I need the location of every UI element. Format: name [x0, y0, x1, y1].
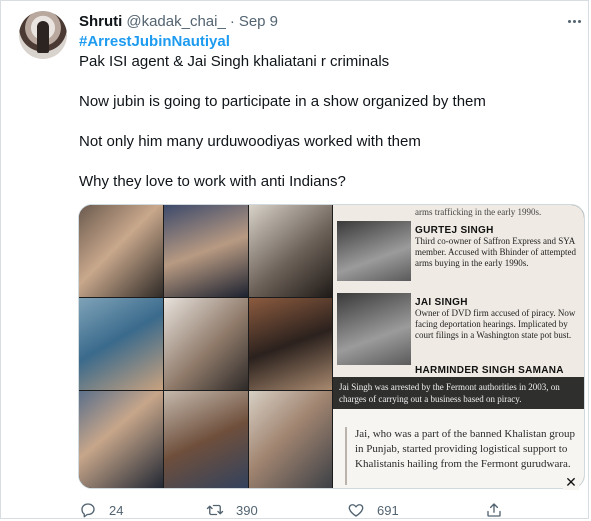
- collage-photo: [249, 205, 332, 297]
- tweet-actions: 24 390 691: [79, 500, 509, 520]
- collage-photo: [79, 391, 163, 488]
- share-icon: [487, 503, 501, 517]
- clipping-top-text: arms trafficking in the early 1990s.: [415, 207, 542, 217]
- like-count: 691: [377, 502, 399, 518]
- clipping-entry: GURTEJ SINGH Third co-owner of Saffron E…: [415, 225, 580, 269]
- close-icon[interactable]: ✕: [563, 474, 579, 490]
- clipping-entry: JAI SINGH Owner of DVD firm accused of p…: [415, 297, 580, 341]
- tweet-date[interactable]: Sep 9: [239, 13, 278, 30]
- like-button[interactable]: 691: [347, 500, 399, 520]
- tweet-line: Not only him many urduwoodiyas worked wi…: [79, 133, 421, 150]
- retweet-count: 390: [236, 502, 258, 518]
- share-button[interactable]: [485, 500, 503, 520]
- clipping-entry: HARMINDER SINGH SAMANA: [415, 365, 580, 376]
- author-name[interactable]: Shruti: [79, 13, 122, 30]
- quote-bar: [345, 427, 347, 485]
- entry-name: HARMINDER SINGH SAMANA: [415, 365, 564, 376]
- collage-photo: [164, 205, 248, 297]
- entry-text: Third co-owner of Saffron Express and SY…: [415, 236, 576, 268]
- tweet-line: [79, 152, 579, 172]
- entry-name: JAI SINGH: [415, 297, 468, 308]
- clipping-photo: [337, 221, 411, 281]
- newspaper-clipping[interactable]: arms trafficking in the early 1990s. GUR…: [333, 205, 584, 488]
- avatar[interactable]: [19, 11, 67, 59]
- reply-icon: [81, 503, 95, 518]
- clipping-caption: Jai Singh was arrested by the Fermont au…: [333, 377, 584, 409]
- tweet-line: Why they love to work with anti Indians?: [79, 173, 346, 190]
- tweet-line: Pak ISI agent & Jai Singh khaliatani r c…: [79, 53, 390, 70]
- more-icon[interactable]: [565, 12, 583, 30]
- collage-photo: [79, 205, 163, 297]
- header-separator: ·: [229, 12, 235, 30]
- author-handle[interactable]: @kadak_chai_: [126, 13, 225, 30]
- collage-photo: [79, 298, 163, 390]
- entry-name: GURTEJ SINGH: [415, 225, 494, 236]
- tweet-line: [79, 112, 579, 132]
- tweet-line: [79, 72, 579, 92]
- clipping-quote: Jai, who was a part of the banned Khalis…: [333, 409, 584, 488]
- retweet-button[interactable]: 390: [206, 500, 258, 520]
- tweet-media[interactable]: arms trafficking in the early 1990s. GUR…: [78, 204, 585, 489]
- photo-collage[interactable]: [79, 205, 332, 488]
- reply-count: 24: [109, 502, 124, 518]
- tweet-line: Now jubin is going to participate in a s…: [79, 93, 486, 110]
- collage-photo: [249, 391, 332, 488]
- tweet-header: Shruti @kadak_chai_ · Sep 9: [79, 11, 278, 31]
- collage-photo: [164, 298, 248, 390]
- hashtag-link[interactable]: #ArrestJubinNautiyal: [79, 32, 579, 52]
- collage-photo: [164, 391, 248, 488]
- like-icon: [348, 504, 364, 517]
- reply-button[interactable]: 24: [79, 500, 123, 520]
- tweet-text: #ArrestJubinNautiyal Pak ISI agent & Jai…: [79, 32, 579, 192]
- collage-photo: [249, 298, 332, 390]
- entry-text: Owner of DVD firm accused of piracy. Now…: [415, 308, 576, 340]
- retweet-icon: [206, 504, 224, 516]
- quote-text: Jai, who was a part of the banned Khalis…: [355, 428, 575, 470]
- clipping-photo: [337, 293, 411, 365]
